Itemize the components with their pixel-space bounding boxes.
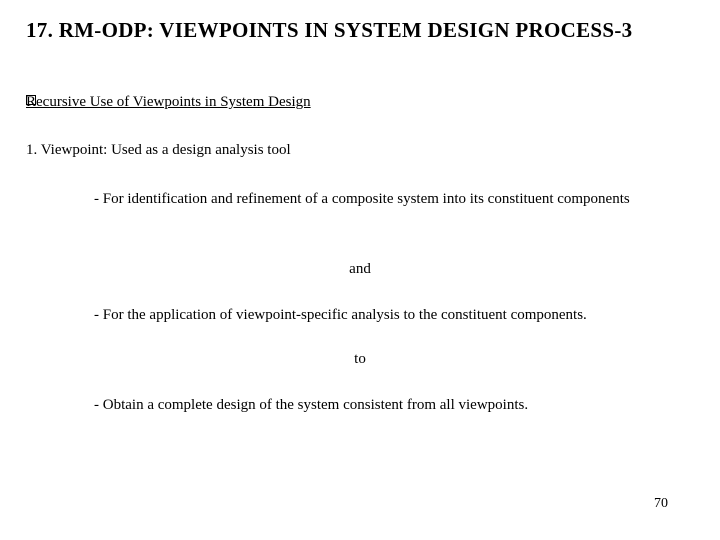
body-line-1: 1. Viewpoint: Used as a design analysis … <box>26 142 291 159</box>
connector-to: to <box>0 350 720 369</box>
bullet-identification: - For identification and refinement of a… <box>94 190 680 209</box>
bullet-application: - For the application of viewpoint-speci… <box>94 306 690 325</box>
subheading: Recursive Use of Viewpoints in System De… <box>26 94 311 111</box>
bullet-obtain: - Obtain a complete design of the system… <box>94 396 680 415</box>
connector-and: and <box>0 260 720 279</box>
slide: 17. RM-ODP: VIEWPOINTS IN SYSTEM DESIGN … <box>0 0 720 540</box>
page-number: 70 <box>654 496 668 512</box>
slide-title: 17. RM-ODP: VIEWPOINTS IN SYSTEM DESIGN … <box>26 18 694 43</box>
